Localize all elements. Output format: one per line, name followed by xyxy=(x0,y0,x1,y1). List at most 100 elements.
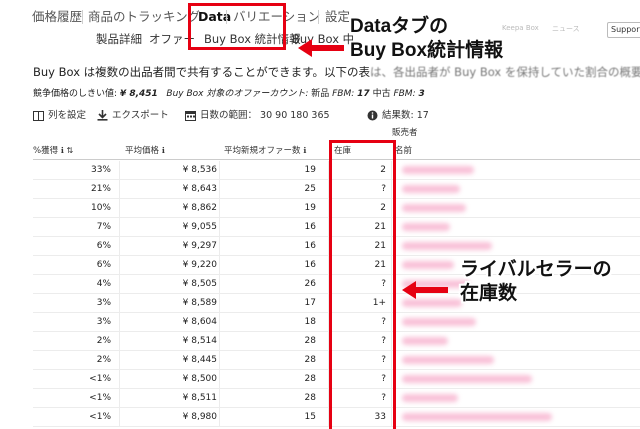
column-divider xyxy=(219,161,220,179)
info-icon: ℹ xyxy=(161,146,165,155)
callout-line: Buy Box統計情報 xyxy=(350,40,504,61)
column-divider xyxy=(119,408,120,426)
cell-share: 7% xyxy=(96,222,111,232)
tab-settings[interactable]: 設定 xyxy=(325,8,350,26)
results-count: 結果数: 17 xyxy=(367,108,429,124)
cell-share: 6% xyxy=(96,260,111,270)
info-icon: ℹ xyxy=(303,146,307,155)
cell-price: ¥ 8,511 xyxy=(182,393,217,403)
column-divider xyxy=(119,294,120,312)
column-divider xyxy=(119,180,120,198)
cell-price: ¥ 8,604 xyxy=(182,317,217,327)
description-text: Buy Box は複数の出品者間で共有することができます。以下の表は、各出品者が… xyxy=(33,64,640,80)
cell-price: ¥ 8,643 xyxy=(182,184,217,194)
seller-name-redacted[interactable] xyxy=(402,261,454,269)
cell-price: ¥ 8,500 xyxy=(182,374,217,384)
cell-price: ¥ 8,589 xyxy=(182,298,217,308)
cell-share: <1% xyxy=(89,412,111,422)
seller-name-redacted[interactable] xyxy=(402,299,462,307)
callout-line: Dataタブの xyxy=(350,16,449,37)
sort-icon[interactable]: ⇅ xyxy=(67,146,74,155)
cell-share: 21% xyxy=(90,184,111,194)
cell-share: 6% xyxy=(96,241,111,251)
cell-share: 2% xyxy=(96,336,111,346)
cell-offers: 28 xyxy=(304,374,316,384)
highlight-box-data-tab xyxy=(188,3,286,50)
column-divider xyxy=(219,180,220,198)
seller-name-redacted[interactable] xyxy=(402,337,448,345)
column-divider xyxy=(219,275,220,293)
callout-stock: ライバルセラーの 在庫数 xyxy=(460,258,612,306)
column-divider xyxy=(119,199,120,217)
callout-line: ライバルセラーの xyxy=(460,259,612,280)
columns-button[interactable]: 列を設定 xyxy=(33,108,86,124)
seller-name-redacted[interactable] xyxy=(402,223,450,231)
seller-name-redacted[interactable] xyxy=(402,242,492,250)
column-divider xyxy=(219,408,220,426)
cell-price: ¥ 8,445 xyxy=(182,355,217,365)
cell-share: 3% xyxy=(96,317,111,327)
range-values[interactable]: 30 90 180 365 xyxy=(260,110,330,121)
seller-name-redacted[interactable] xyxy=(402,185,460,193)
column-divider xyxy=(119,351,120,369)
new-label: 新品 xyxy=(311,89,330,99)
col-name-header[interactable]: 名前 xyxy=(395,143,412,159)
calendar-icon xyxy=(185,111,196,121)
support-button[interactable]: Support xyxy=(607,22,640,38)
column-divider xyxy=(119,275,120,293)
cell-share: 4% xyxy=(96,279,111,289)
new-fbm-label: FBM: xyxy=(332,89,355,99)
column-divider xyxy=(219,237,220,255)
column-divider xyxy=(219,313,220,331)
tab-product-tracking[interactable]: 商品のトラッキング xyxy=(88,8,200,26)
cell-price: ¥ 8,536 xyxy=(182,165,217,175)
column-divider xyxy=(219,332,220,350)
seller-name-redacted[interactable] xyxy=(402,318,476,326)
seller-name-redacted[interactable] xyxy=(402,413,552,421)
news-link[interactable]: ニュース xyxy=(552,24,580,34)
subtab-product-details[interactable]: 製品詳細 xyxy=(96,31,142,47)
columns-icon xyxy=(33,110,44,121)
col-share-label: %獲得 xyxy=(33,146,59,156)
column-divider xyxy=(219,370,220,388)
cell-offers: 19 xyxy=(304,165,316,175)
cell-offers: 16 xyxy=(304,260,316,270)
column-divider xyxy=(119,161,120,179)
cell-share: 2% xyxy=(96,355,111,365)
cell-share: 33% xyxy=(90,165,111,175)
range-label: 日数の範囲： xyxy=(200,110,258,121)
keepa-box-link[interactable]: Keepa Box xyxy=(502,24,539,32)
seller-name-redacted[interactable] xyxy=(402,166,474,174)
col-price-header[interactable]: 平均価格 ℹ xyxy=(125,143,165,159)
arrow-left-icon xyxy=(298,39,344,57)
cell-price: ¥ 8,505 xyxy=(182,279,217,289)
new-fbm-value: 17 xyxy=(357,89,370,99)
cell-price: ¥ 9,297 xyxy=(182,241,217,251)
column-divider xyxy=(119,313,120,331)
cell-offers: 16 xyxy=(304,222,316,232)
col-offers-header[interactable]: 平均新規オファー数 ℹ xyxy=(224,143,306,159)
used-label: 中古 xyxy=(372,89,391,99)
cell-share: 10% xyxy=(90,203,111,213)
cell-offers: 25 xyxy=(304,184,316,194)
column-divider xyxy=(119,370,120,388)
description-faded: は、各出品者が Buy Box を保持していた割合の概要を xyxy=(370,65,640,79)
seller-name-redacted[interactable] xyxy=(402,394,458,402)
cell-offers: 19 xyxy=(304,203,316,213)
tab-price-history[interactable]: 価格履歴 xyxy=(32,8,82,26)
callout-line: 在庫数 xyxy=(460,283,518,304)
export-label: エクスポート xyxy=(112,110,169,121)
column-divider xyxy=(119,218,120,236)
column-divider xyxy=(119,256,120,274)
cell-offers: 16 xyxy=(304,241,316,251)
seller-name-redacted[interactable] xyxy=(402,356,494,364)
results-label: 結果数: xyxy=(382,110,414,121)
seller-name-redacted[interactable] xyxy=(402,375,532,383)
export-button[interactable]: エクスポート xyxy=(97,108,169,124)
col-share-header[interactable]: %獲得 ℹ ⇅ xyxy=(33,143,73,159)
cell-price: ¥ 9,220 xyxy=(182,260,217,270)
col-price-label: 平均価格 xyxy=(125,146,160,156)
column-divider xyxy=(219,256,220,274)
highlight-box-stock-column xyxy=(329,140,396,429)
seller-name-redacted[interactable] xyxy=(402,204,466,212)
